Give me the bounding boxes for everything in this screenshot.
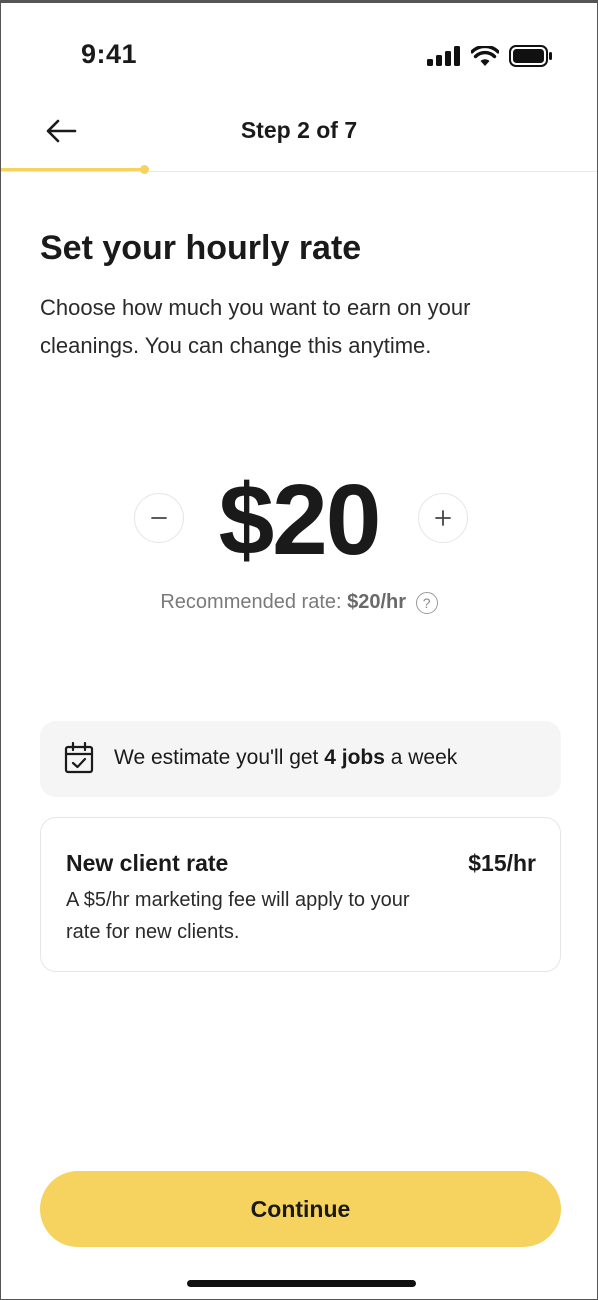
estimate-suffix: a week (384, 746, 458, 769)
progress-bar (1, 165, 597, 174)
estimate-text: We estimate you'll get 4 jobs a week (114, 746, 457, 770)
client-rate-title: New client rate (66, 850, 229, 876)
estimate-jobs: 4 jobs (324, 746, 385, 769)
recommended-rate: Recommended rate: $20/hr ? (1, 591, 597, 614)
page-title: Set your hourly rate (40, 229, 362, 267)
rate-value: $20 (218, 464, 382, 576)
plus-icon (435, 510, 451, 526)
calendar-check-icon (64, 742, 94, 774)
increase-rate-button[interactable] (418, 493, 468, 543)
page-subtitle: Choose how much you want to earn on your… (40, 295, 471, 358)
battery-icon (509, 45, 552, 67)
jobs-estimate-card: We estimate you'll get 4 jobs a week (40, 721, 561, 797)
status-icons (427, 45, 553, 67)
client-rate-description: A $5/hr marketing fee will apply to your… (66, 889, 410, 943)
help-icon[interactable]: ? (415, 591, 438, 614)
continue-button[interactable]: Continue (40, 1171, 561, 1247)
nav-bar: Step 2 of 7 (1, 103, 597, 172)
client-rate-price: $15/hr (468, 850, 536, 876)
step-indicator: Step 2 of 7 (240, 117, 358, 143)
wifi-icon (471, 46, 499, 66)
progress-fill (1, 168, 144, 171)
app-screen: 9:41 Step 2 of 7 Set your hourly rate Ch… (0, 0, 598, 1300)
status-time: 9:41 (81, 39, 138, 69)
recommended-label: Recommended rate: (160, 591, 348, 613)
signal-icon (427, 46, 460, 66)
estimate-prefix: We estimate you'll get (114, 746, 325, 769)
home-indicator (187, 1280, 416, 1287)
rate-selector: $20 (1, 463, 597, 576)
status-bar: 9:41 (1, 3, 597, 103)
new-client-rate-card: New client rate $15/hr A $5/hr marketing… (40, 817, 561, 972)
recommended-value: $20/hr (347, 591, 407, 613)
progress-dot (140, 165, 149, 174)
